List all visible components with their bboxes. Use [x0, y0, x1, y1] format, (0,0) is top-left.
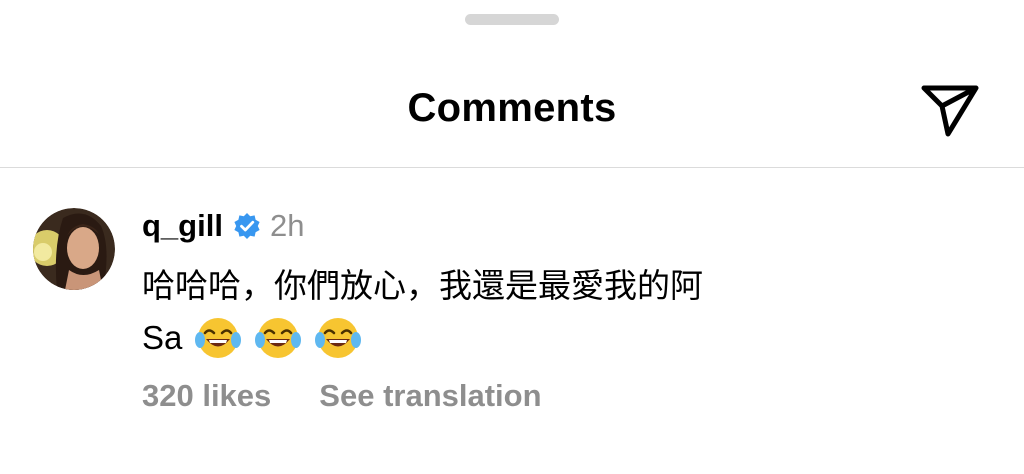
comments-sheet: Comments q_gill 2h 哈哈哈，你們放心，我還是最愛我的阿 Sa …	[0, 0, 1024, 474]
comment-text-tail: Sa	[142, 319, 183, 356]
avatar[interactable]	[33, 208, 115, 290]
username[interactable]: q_gill	[142, 208, 223, 244]
likes-count[interactable]: 320 likes	[142, 378, 271, 414]
face-with-tears-of-joy-icon	[314, 314, 362, 362]
comment-text-line1: 哈哈哈，你們放心，我還是最愛我的阿	[142, 266, 703, 305]
share-button[interactable]	[918, 82, 982, 140]
face-with-tears-of-joy-icon	[254, 314, 302, 362]
see-translation-link[interactable]: See translation	[319, 378, 541, 414]
comment-item: q_gill 2h 哈哈哈，你們放心，我還是最愛我的阿 Sa 320 likes…	[0, 168, 1024, 474]
comment-text-line2: Sa	[142, 312, 362, 364]
drag-handle[interactable]	[465, 14, 559, 25]
verified-badge-icon	[233, 212, 261, 240]
comment-timestamp: 2h	[269, 208, 305, 243]
comment-meta: q_gill 2h	[142, 206, 304, 246]
page-title: Comments	[407, 86, 617, 130]
comment-actions: 320 likes See translation	[142, 378, 542, 414]
paper-plane-icon	[921, 85, 979, 137]
comments-header: Comments	[0, 60, 1024, 168]
face-with-tears-of-joy-icon	[194, 314, 242, 362]
